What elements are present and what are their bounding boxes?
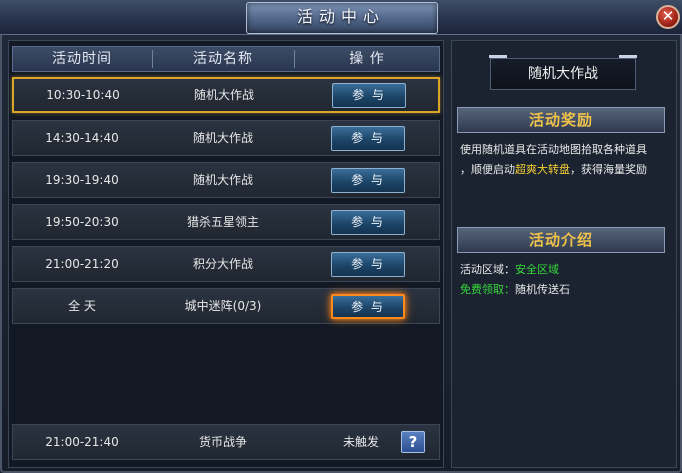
area-value: 安全区域 [515, 263, 559, 276]
join-button-highlighted[interactable]: 参 与 [331, 294, 405, 319]
free-claim-line: 免费领取：随机传送石 [460, 280, 570, 300]
window-title: 活动中心 [296, 7, 385, 26]
reward-section-header: 活动奖励 [457, 107, 665, 133]
header-time: 活动时间 [52, 51, 112, 67]
close-button[interactable]: ✕ [656, 5, 680, 29]
reward-text-pre: ，顺便启动 [460, 163, 515, 176]
join-button[interactable]: 参 与 [331, 210, 405, 235]
table-header: 活动时间 活动名称 操 作 [12, 46, 440, 72]
row-time: 21:00-21:40 [45, 435, 119, 449]
help-icon[interactable]: ? [401, 431, 425, 453]
reward-highlight: 超爽大转盘 [515, 163, 570, 176]
row-time: 14:30-14:40 [45, 131, 119, 145]
area-label: 活动区域： [460, 263, 515, 276]
activity-row-footer[interactable]: 21:00-21:40 货币战争 未触发 ? [12, 424, 440, 460]
header-action: 操 作 [349, 51, 385, 67]
join-button[interactable]: 参 与 [332, 83, 406, 108]
reward-text-post: ，获得海量奖励 [570, 163, 647, 176]
activity-row[interactable]: 全 天 城中迷阵(0/3) 参 与 [12, 288, 440, 324]
row-name: 随机大作战 [192, 131, 253, 145]
activity-row[interactable]: 19:50-20:30 猎杀五星领主 参 与 [12, 204, 440, 240]
reward-description-line2: ，顺便启动超爽大转盘，获得海量奖励 [460, 160, 647, 180]
row-time: 全 天 [68, 299, 96, 313]
activity-detail-panel [451, 40, 677, 468]
row-name: 城中迷阵(0/3) [184, 299, 262, 313]
row-name: 随机大作战 [192, 173, 253, 187]
free-claim-value: 随机传送石 [515, 283, 570, 296]
row-name: 货币战争 [198, 435, 247, 449]
join-button[interactable]: 参 与 [331, 252, 405, 277]
row-time: 19:30-19:40 [45, 173, 119, 187]
row-time: 10:30-10:40 [46, 88, 120, 102]
intro-section-header: 活动介绍 [457, 227, 665, 253]
row-name: 猎杀五星领主 [186, 215, 259, 229]
reward-description-line1: 使用随机道具在活动地图拾取各种道具 [460, 143, 647, 156]
row-time: 21:00-21:20 [45, 257, 119, 271]
row-name: 积分大作战 [192, 257, 253, 271]
activity-row[interactable]: 10:30-10:40 随机大作战 参 与 [12, 77, 440, 113]
activity-row[interactable]: 21:00-21:20 积分大作战 参 与 [12, 246, 440, 282]
row-name: 随机大作战 [193, 88, 254, 102]
free-claim-label: 免费领取： [460, 283, 515, 296]
row-status: 未触发 [342, 435, 379, 449]
row-time: 19:50-20:30 [45, 215, 119, 229]
selected-event-name: 随机大作战 [489, 55, 637, 90]
join-button[interactable]: 参 与 [331, 126, 405, 151]
activity-row[interactable]: 14:30-14:40 随机大作战 参 与 [12, 120, 440, 156]
header-name: 活动名称 [193, 51, 253, 67]
join-button[interactable]: 参 与 [331, 168, 405, 193]
activity-area-line: 活动区域：安全区域 [460, 260, 559, 280]
activity-row[interactable]: 19:30-19:40 随机大作战 参 与 [12, 162, 440, 198]
